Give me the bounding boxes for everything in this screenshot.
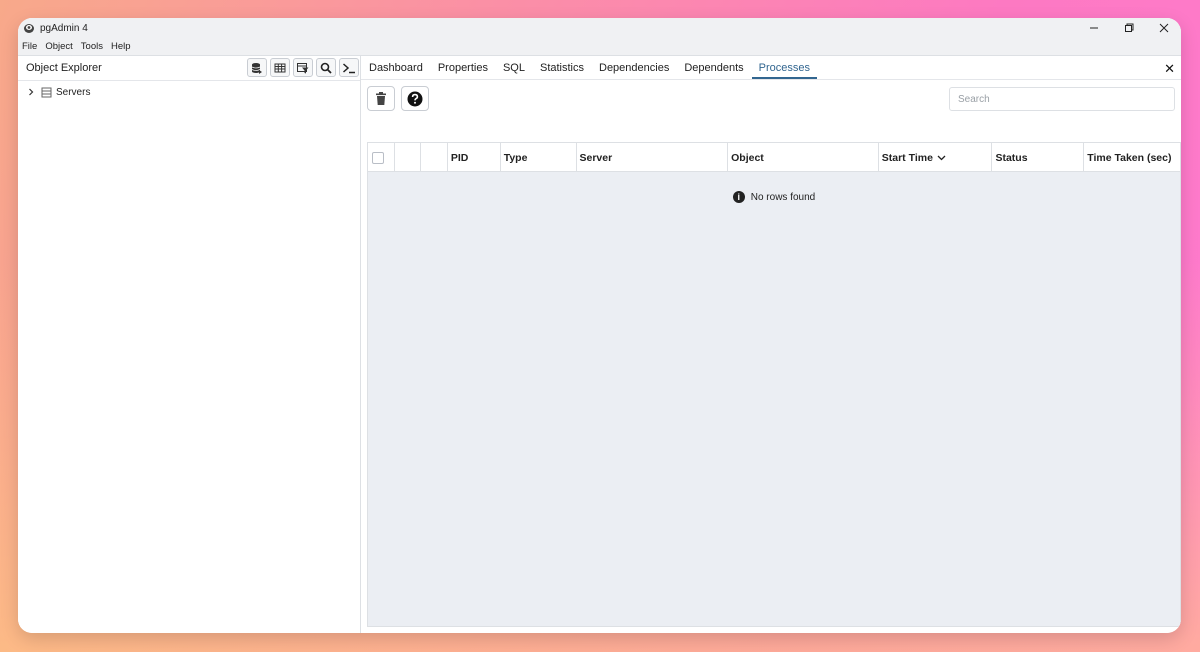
pgadmin-logo-icon [24,24,34,33]
search-objects-button[interactable] [316,58,336,77]
tab-properties[interactable]: Properties [431,62,495,79]
menu-file[interactable]: File [22,41,37,52]
tab-sql[interactable]: SQL [496,62,532,79]
select-all-column [368,143,395,172]
restore-button[interactable] [1111,18,1146,38]
chevron-down-icon [937,155,946,160]
start-time-label: Start Time [881,151,933,164]
select-all-checkbox[interactable] [372,151,384,164]
psql-tool-button[interactable] [339,58,359,77]
menu-bar: File Object Tools Help [18,38,1181,56]
chevron-right-icon[interactable] [26,88,36,96]
tab-statistics[interactable]: Statistics [533,62,591,79]
tab-dependencies[interactable]: Dependencies [592,62,676,79]
menu-tools[interactable]: Tools [81,41,103,52]
table-icon [274,63,286,72]
column-header-start-time[interactable]: Start Time [879,143,993,172]
trash-icon [376,92,386,105]
object-explorer-header: Object Explorer [18,56,360,81]
search-input[interactable] [949,87,1175,111]
view-data-button[interactable] [270,58,290,77]
app-window: pgAdmin 4 File Object Tools Help Object … [18,18,1181,633]
empty-message: No rows found [750,191,816,203]
table-filter-icon [297,62,309,73]
action-column-1 [395,143,421,172]
terminal-icon [343,62,355,73]
column-header-object[interactable]: Object [728,143,879,172]
object-explorer-panel: Object Explorer Servers [18,56,361,633]
query-tool-button[interactable] [247,58,267,77]
terminate-process-button[interactable] [367,86,395,111]
help-circle-icon [407,91,423,106]
tree-item-servers[interactable]: Servers [18,83,360,101]
column-header-time-taken[interactable]: Time Taken (sec) [1084,143,1180,172]
empty-state: i No rows found [368,191,1180,203]
close-icon [1159,23,1168,33]
minimize-icon [1089,27,1098,29]
window-title: pgAdmin 4 [40,22,88,34]
column-header-server[interactable]: Server [577,143,729,172]
menu-help[interactable]: Help [111,41,131,52]
tab-processes[interactable]: Processes [751,62,818,79]
main-panel: Dashboard Properties SQL Statistics Depe… [361,56,1181,633]
minimize-button[interactable] [1076,18,1111,38]
object-explorer-title: Object Explorer [26,62,102,74]
close-window-button[interactable] [1146,18,1181,38]
search-icon [320,62,332,74]
menu-object[interactable]: Object [45,41,72,52]
tab-dependents[interactable]: Dependents [677,62,750,79]
processes-toolbar [361,80,1181,117]
tree-item-label: Servers [56,86,91,98]
close-tab-icon[interactable]: ✕ [1164,61,1175,77]
tab-dashboard[interactable]: Dashboard [362,62,430,79]
column-header-pid[interactable]: PID [448,143,501,172]
restore-icon [1124,23,1133,32]
database-icon [251,62,262,74]
server-group-icon [41,87,52,97]
filtered-rows-button[interactable] [293,58,313,77]
grid-header: PID Type Server Object Start Time Status… [368,143,1180,172]
title-bar: pgAdmin 4 [18,18,1181,38]
column-header-status[interactable]: Status [992,143,1085,172]
info-icon: i [732,191,745,203]
processes-grid: PID Type Server Object Start Time Status… [367,142,1181,627]
column-header-type[interactable]: Type [501,143,577,172]
action-column-2 [421,143,448,172]
tab-bar: Dashboard Properties SQL Statistics Depe… [361,56,1181,80]
help-button[interactable] [401,86,429,111]
